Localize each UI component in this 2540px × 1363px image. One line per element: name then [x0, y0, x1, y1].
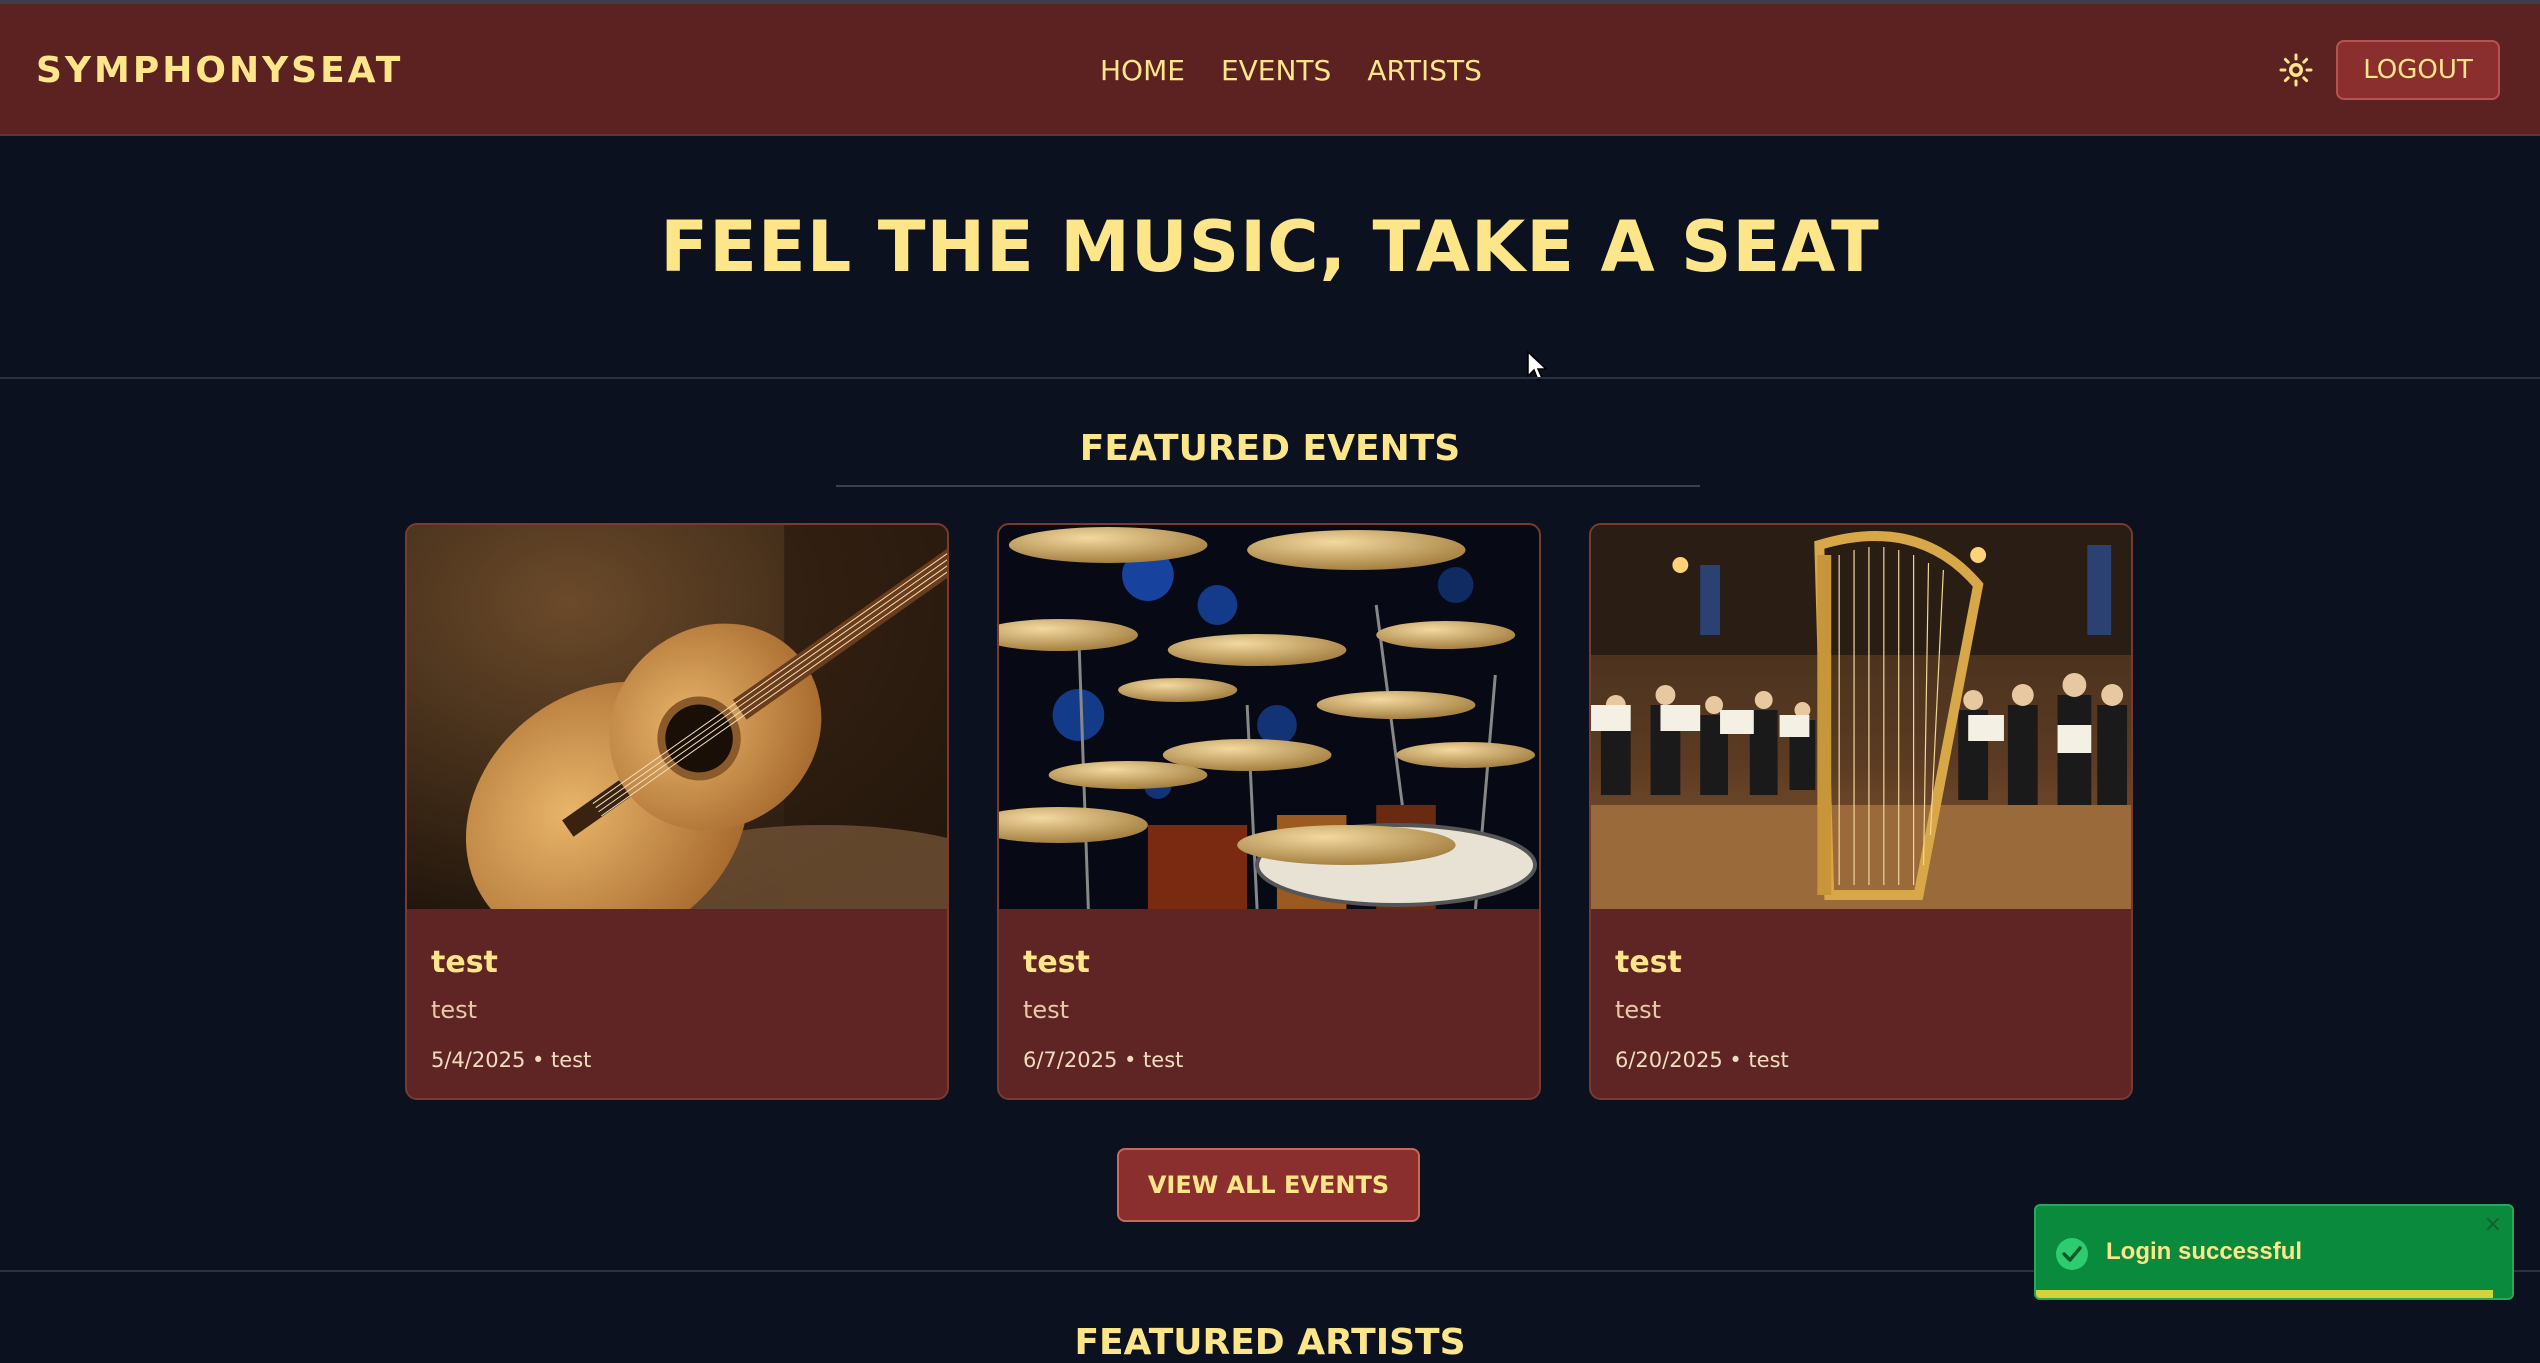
event-description: test — [1615, 996, 1662, 1024]
event-title[interactable]: test — [1023, 945, 1515, 980]
navbar: SYMPHONYSEAT HOME EVENTS ARTISTS LOGOUT — [0, 4, 2540, 136]
section-underline — [836, 485, 1700, 487]
drum-kit-image — [999, 525, 1539, 909]
toast-message: Login successful — [2106, 1238, 2303, 1265]
event-description: test — [1023, 996, 1070, 1024]
event-card[interactable]: test test 6/20/2025 • test — [1589, 523, 2133, 1100]
sun-icon[interactable] — [2278, 52, 2314, 88]
nav-artists[interactable]: ARTISTS — [1367, 54, 1482, 87]
featured-events-title: FEATURED EVENTS — [1079, 428, 1461, 469]
event-meta: 6/7/2025 • test — [1023, 1048, 1184, 1072]
nav-links: HOME EVENTS ARTISTS — [1100, 54, 1482, 87]
check-circle-icon — [2056, 1238, 2088, 1270]
event-title[interactable]: test — [431, 945, 923, 980]
close-icon[interactable]: × — [2484, 1212, 2502, 1237]
toast-progress-bar — [2036, 1290, 2493, 1298]
featured-artists-title: FEATURED ARTISTS — [1074, 1322, 1466, 1363]
event-description: test — [431, 996, 478, 1024]
event-card[interactable]: test test 5/4/2025 • test — [405, 523, 949, 1100]
event-meta: 6/20/2025 • test — [1615, 1048, 1789, 1072]
view-all-events-button[interactable]: VIEW ALL EVENTS — [1117, 1148, 1420, 1222]
hero-title: FEEL THE MUSIC, TAKE A SEAT — [660, 206, 1880, 288]
logout-button[interactable]: LOGOUT — [2336, 40, 2500, 100]
nav-events[interactable]: EVENTS — [1221, 54, 1331, 87]
nav-home[interactable]: HOME — [1100, 54, 1185, 87]
section-divider — [0, 377, 2540, 379]
guitar-image — [407, 525, 947, 909]
login-toast: Login successful × — [2034, 1204, 2514, 1300]
event-meta: 5/4/2025 • test — [431, 1048, 592, 1072]
event-title[interactable]: test — [1615, 945, 2107, 980]
brand-logo[interactable]: SYMPHONYSEAT — [36, 50, 403, 91]
event-card[interactable]: test test 6/7/2025 • test — [997, 523, 1541, 1100]
orchestra-harp-image — [1591, 525, 2131, 909]
